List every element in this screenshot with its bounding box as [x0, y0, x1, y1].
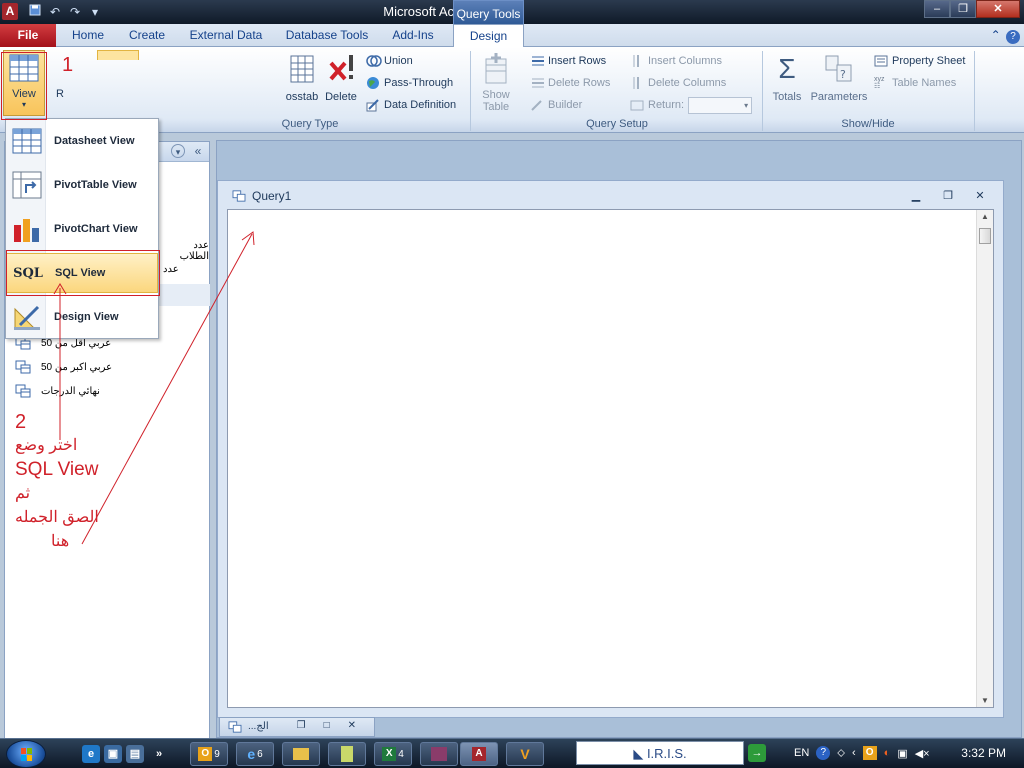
iris-label: I.R.I.S. [646, 746, 687, 761]
iris-search-box[interactable]: ◣ I.R.I.S. [576, 741, 744, 765]
excel-count: 4 [398, 748, 404, 760]
taskbar-access[interactable]: A [460, 742, 498, 766]
language-indicator[interactable]: EN [794, 747, 809, 759]
start-button[interactable] [6, 740, 46, 768]
taskbar-outlook[interactable]: O 9 [190, 742, 228, 766]
access-icon: A [472, 747, 486, 761]
ie-icon: e [247, 746, 256, 762]
system-tray: EN ? ⬦ ‹ O ◐ ▣ ◀× [794, 744, 930, 762]
taskbar-app[interactable] [328, 742, 366, 766]
iris-logo-icon: ◣ [633, 746, 647, 761]
clock[interactable]: 3:32 PM [961, 746, 1006, 760]
go-arrow-icon[interactable]: → [748, 744, 766, 762]
excel-icon: X [382, 747, 397, 761]
taskbar-ie[interactable]: e 6 [236, 742, 274, 766]
outlook-tray-icon[interactable]: O [862, 746, 877, 760]
annotation-arrows [53, 231, 255, 545]
help-tray-icon[interactable]: ? [816, 746, 831, 760]
tray-expand-icon[interactable]: ⬦ [837, 747, 845, 760]
outlook-icon: O [198, 747, 213, 761]
desktop-icon[interactable]: ▣ [104, 745, 122, 763]
volume-icon[interactable]: ◀× [915, 747, 930, 760]
annotation-arrow-diagonal-head [241, 231, 255, 246]
ie-quicklaunch-icon[interactable]: e [82, 745, 100, 763]
tray-arrow-icon[interactable]: ‹ [852, 747, 856, 759]
app-v-icon: V [520, 746, 530, 762]
folder-icon [293, 748, 309, 760]
quicklaunch-icon[interactable]: ▤ [126, 745, 144, 763]
quicklaunch-overflow-icon[interactable]: » [150, 745, 168, 763]
archive-icon [431, 747, 447, 761]
taskbar-app-2[interactable]: V [506, 742, 544, 766]
taskbar-explorer[interactable] [282, 742, 320, 766]
browser-tray-icon[interactable]: ◐ [884, 747, 891, 759]
taskbar-excel[interactable]: X 4 [374, 742, 412, 766]
outlook-count: 9 [214, 748, 220, 760]
annotation-arrow-diagonal [81, 233, 253, 545]
taskbar-archive[interactable] [420, 742, 458, 766]
ie-count: 6 [257, 748, 263, 760]
document-icon [341, 746, 353, 762]
windows-logo-icon [21, 748, 32, 761]
network-icon[interactable]: ▣ [897, 747, 907, 760]
